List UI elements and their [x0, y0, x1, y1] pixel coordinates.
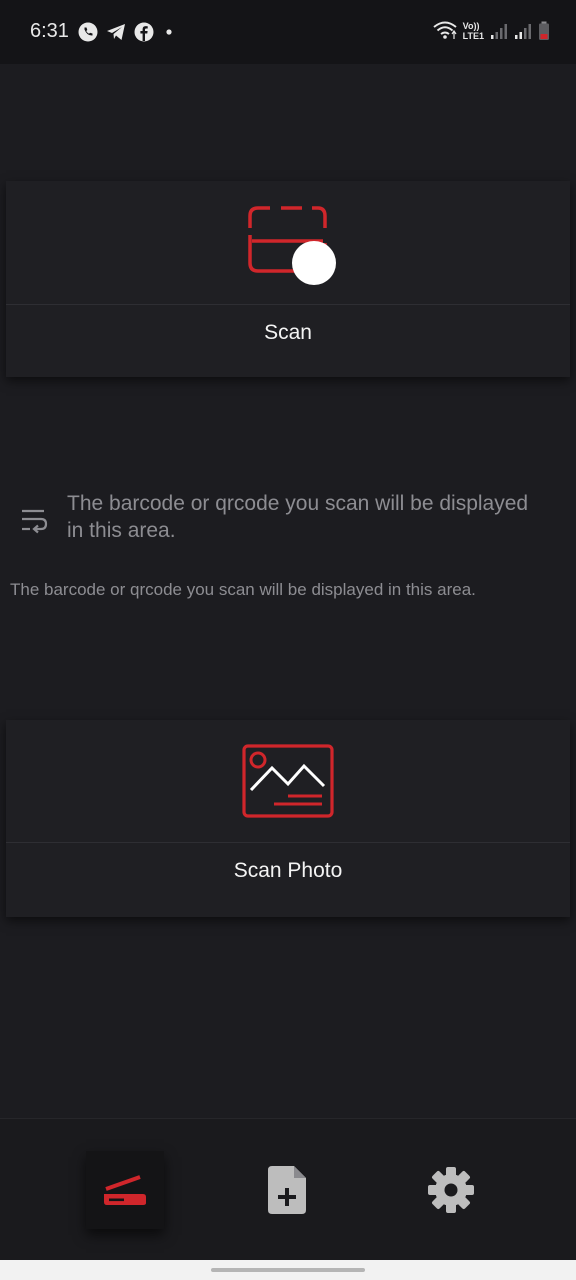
scan-photo-card[interactable]: Scan Photo [6, 720, 570, 917]
scan-card[interactable]: Scan [6, 181, 570, 377]
telegram-icon [107, 24, 125, 40]
add-document-icon [268, 1166, 306, 1214]
status-bar: 6:31 Vo)) LTE1 [0, 0, 576, 64]
system-icons: Vo)) LTE1 [433, 20, 550, 42]
scan-photo-label[interactable]: Scan Photo [6, 859, 570, 883]
scan-result-text: The barcode or qrcode you scan will be d… [10, 580, 476, 599]
nav-settings[interactable] [412, 1151, 490, 1229]
scan-card-icon-area[interactable] [6, 181, 570, 305]
nav-create[interactable] [249, 1151, 327, 1229]
phone-icon [78, 22, 98, 42]
signal-icon [491, 24, 507, 39]
wrap-text-icon [22, 509, 48, 534]
gear-icon [428, 1167, 474, 1213]
scan-label[interactable]: Scan [6, 321, 570, 345]
bottom-navigation [0, 1118, 576, 1261]
wifi-icon [433, 21, 457, 39]
dot-icon [166, 29, 172, 35]
placeholder-text: The barcode or qrcode you scan will be d… [67, 492, 529, 542]
image-icon [242, 744, 334, 818]
home-gesture-bar[interactable] [211, 1268, 365, 1272]
notification-icons [78, 22, 176, 42]
qr-scan-icon [248, 206, 336, 285]
scanner-icon [104, 1175, 146, 1205]
facebook-icon [134, 22, 154, 42]
volte-icon: Vo)) LTE1 [463, 21, 484, 41]
signal-icon [515, 24, 531, 39]
status-time: 6:31 [30, 20, 69, 42]
nav-scanner[interactable] [86, 1151, 164, 1229]
gesture-area [0, 1260, 576, 1280]
volte-label-top: Vo)) [462, 21, 480, 31]
result-placeholder: The barcode or qrcode you scan will be d… [0, 488, 576, 548]
battery-icon [539, 21, 549, 40]
volte-label-bottom: LTE1 [462, 31, 484, 41]
scan-photo-icon-area[interactable] [6, 720, 570, 843]
